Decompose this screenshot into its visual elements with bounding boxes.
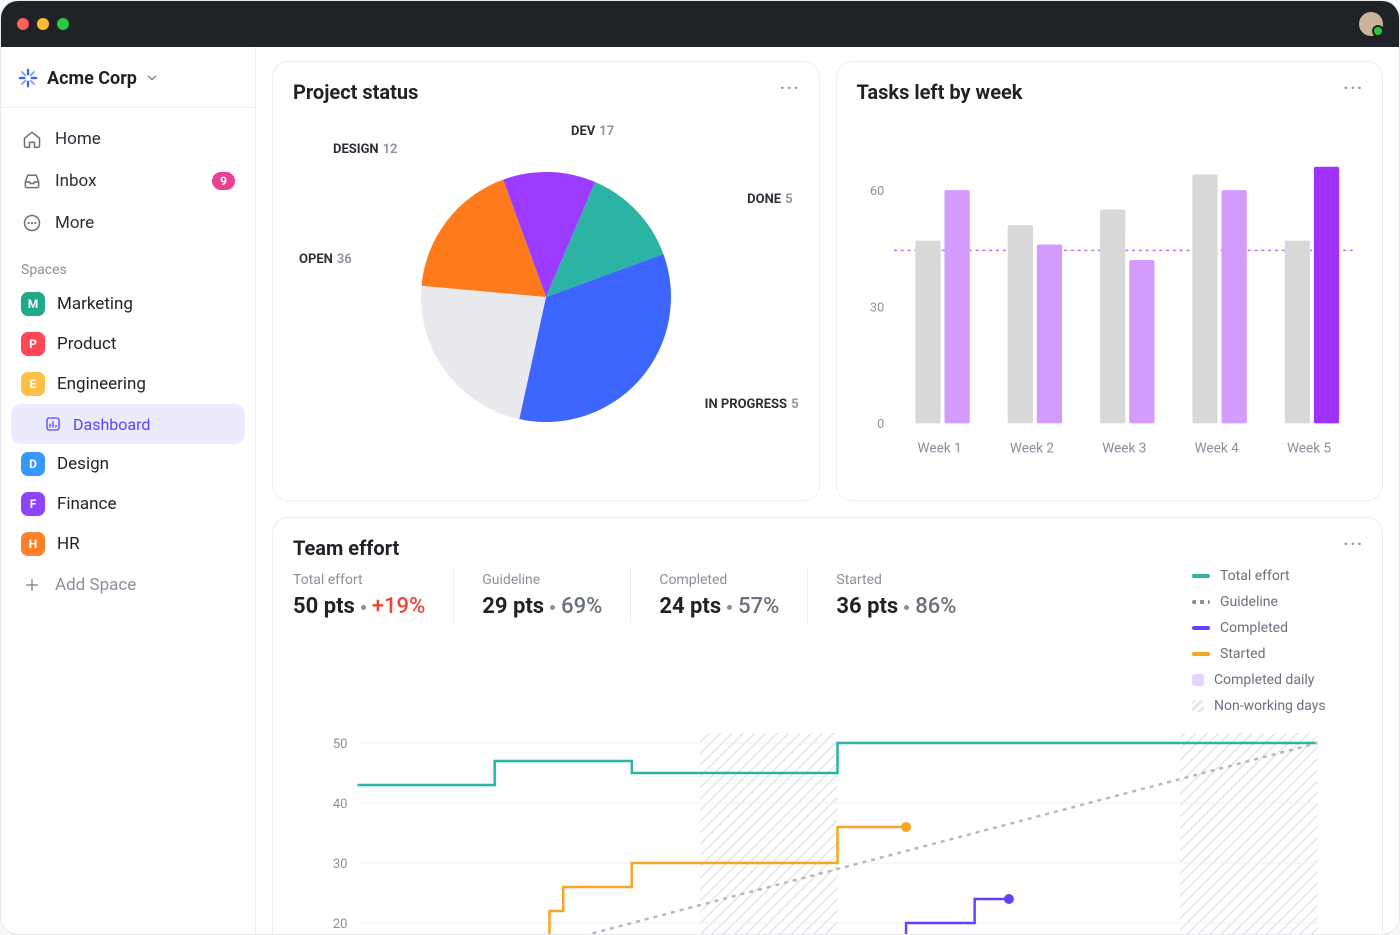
team-effort-legend: Total effort Guideline Completed Started… xyxy=(1192,568,1362,714)
chevron-down-icon xyxy=(145,71,159,85)
svg-text:40: 40 xyxy=(333,797,348,812)
space-design[interactable]: D Design xyxy=(11,444,245,484)
minimize-window-button[interactable] xyxy=(37,18,49,30)
space-finance[interactable]: F Finance xyxy=(11,484,245,524)
metric-total-effort: Total effort 50 pts+19% xyxy=(293,568,454,623)
nav-more-label: More xyxy=(55,213,94,233)
user-avatar[interactable] xyxy=(1359,12,1383,36)
dashboard-icon xyxy=(43,414,63,434)
team-effort-metrics: Total effort 50 pts+19% Guideline 29 pts… xyxy=(293,568,1362,714)
pie-chart-svg xyxy=(416,167,676,427)
project-status-chart: DEV17 DONE5 IN PROGRESS5 OPEN36 DESIGN12 xyxy=(293,112,799,482)
space-sub-label: Dashboard xyxy=(73,415,150,434)
space-label: Product xyxy=(57,334,116,354)
space-badge-icon: D xyxy=(21,452,45,476)
svg-text:60: 60 xyxy=(870,184,884,199)
space-label: Finance xyxy=(57,494,116,514)
space-badge-icon: F xyxy=(21,492,45,516)
space-product[interactable]: P Product xyxy=(11,324,245,364)
bar-chart-svg: 0 30 60 Week 1 Week 2 Week 3 Week 4 xyxy=(857,112,1363,482)
svg-text:30: 30 xyxy=(870,301,884,316)
space-marketing[interactable]: M Marketing xyxy=(11,284,245,324)
main-content: Project status ··· DEV17 DONE5 IN PROGRE… xyxy=(256,47,1399,934)
inbox-badge: 9 xyxy=(212,172,235,190)
space-engineering[interactable]: E Engineering xyxy=(11,364,245,404)
nav-home[interactable]: Home xyxy=(11,118,245,160)
svg-text:Week 1: Week 1 xyxy=(917,441,961,457)
metric-started: Started 36 pts86% xyxy=(836,568,984,623)
space-label: Design xyxy=(57,454,109,474)
team-effort-chart: 50 40 30 20 xyxy=(293,728,1362,934)
spaces-section-label: Spaces xyxy=(11,244,245,284)
nav-home-label: Home xyxy=(55,129,101,149)
space-label: Engineering xyxy=(57,374,146,394)
card-project-status: Project status ··· DEV17 DONE5 IN PROGRE… xyxy=(272,61,820,501)
space-label: HR xyxy=(57,534,80,554)
card-menu-button[interactable]: ··· xyxy=(1344,78,1364,97)
card-title: Tasks left by week xyxy=(857,80,1363,104)
card-title: Team effort xyxy=(293,536,1362,560)
tasks-left-chart: 0 30 60 Week 1 Week 2 Week 3 Week 4 xyxy=(857,112,1363,482)
svg-text:0: 0 xyxy=(877,417,884,432)
space-badge-icon: E xyxy=(21,372,45,396)
fullscreen-window-button[interactable] xyxy=(57,18,69,30)
inbox-icon xyxy=(21,170,43,192)
svg-text:Week 5: Week 5 xyxy=(1286,441,1331,457)
workspace-name: Acme Corp xyxy=(47,68,137,89)
svg-text:20: 20 xyxy=(333,917,348,932)
space-hr[interactable]: H HR xyxy=(11,524,245,564)
svg-text:Week 3: Week 3 xyxy=(1102,441,1146,457)
card-tasks-left: Tasks left by week ··· 0 30 60 xyxy=(836,61,1384,501)
metric-completed: Completed 24 pts57% xyxy=(659,568,808,623)
nav-more[interactable]: More xyxy=(11,202,245,244)
svg-text:50: 50 xyxy=(333,737,348,752)
workspace-logo-icon xyxy=(17,67,39,89)
add-space-label: Add Space xyxy=(55,575,136,595)
more-icon xyxy=(21,212,43,234)
effort-chart-svg: 50 40 30 20 xyxy=(293,728,1362,934)
svg-text:Week 2: Week 2 xyxy=(1009,441,1054,457)
plus-icon xyxy=(21,574,43,596)
space-sub-dashboard[interactable]: Dashboard xyxy=(11,404,245,444)
app-window: Acme Corp Home Inbox 9 More Spaces M Mar… xyxy=(0,0,1400,935)
space-badge-icon: P xyxy=(21,332,45,356)
space-label: Marketing xyxy=(57,294,133,314)
card-menu-button[interactable]: ··· xyxy=(780,78,800,97)
add-space-button[interactable]: Add Space xyxy=(11,564,245,606)
card-title: Project status xyxy=(293,80,799,104)
nav-inbox[interactable]: Inbox 9 xyxy=(11,160,245,202)
nav-inbox-label: Inbox xyxy=(55,171,97,191)
card-team-effort: Team effort ··· Total effort 50 pts+19% … xyxy=(272,517,1383,934)
card-menu-button[interactable]: ··· xyxy=(1344,534,1364,553)
close-window-button[interactable] xyxy=(17,18,29,30)
metric-guideline: Guideline 29 pts69% xyxy=(482,568,631,623)
titlebar xyxy=(1,1,1399,47)
svg-text:Week 4: Week 4 xyxy=(1194,441,1239,457)
space-badge-icon: H xyxy=(21,532,45,556)
space-badge-icon: M xyxy=(21,292,45,316)
workspace-picker[interactable]: Acme Corp xyxy=(11,59,245,97)
home-icon xyxy=(21,128,43,150)
svg-text:30: 30 xyxy=(333,857,348,872)
window-controls xyxy=(17,18,69,30)
sidebar: Acme Corp Home Inbox 9 More Spaces M Mar… xyxy=(1,47,256,934)
